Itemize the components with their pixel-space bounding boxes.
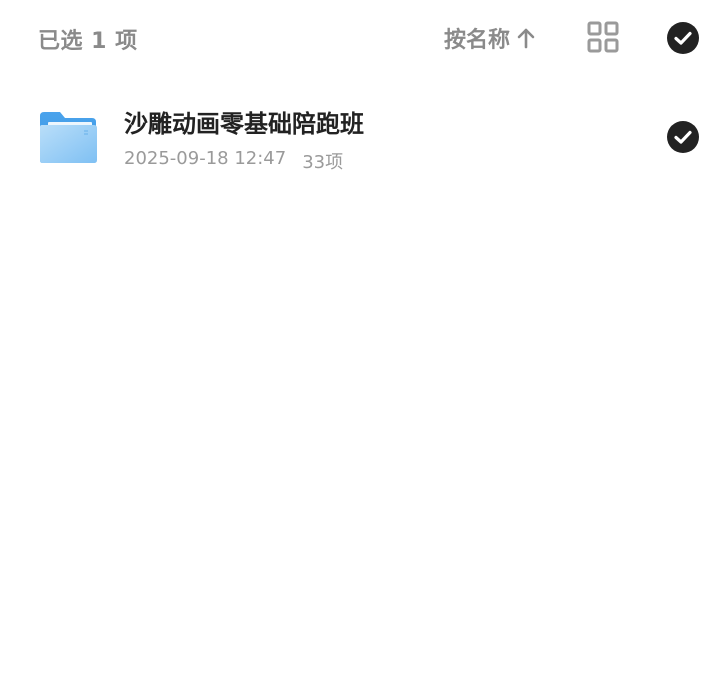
file-name: 沙雕动画零基础陪跑班 (124, 110, 364, 138)
file-meta: 2025-09-18 12:47 33项 (124, 148, 343, 174)
selected-count-label: 已选 1 项 (38, 29, 138, 54)
folder-icon (40, 112, 97, 163)
sort-label: 按名称 (444, 28, 511, 53)
check-circle-icon[interactable] (667, 121, 699, 153)
arrow-up-icon (517, 28, 535, 49)
check-circle-icon[interactable] (667, 22, 699, 54)
file-item-count: 33项 (302, 152, 344, 173)
sort-by-name-button[interactable]: 按名称 (444, 22, 536, 54)
file-date: 2025-09-18 12:47 (124, 148, 287, 169)
selection-toolbar: 已选 1 项 按名称 (0, 0, 714, 76)
grid-view-icon[interactable] (587, 21, 619, 53)
file-row[interactable]: 沙雕动画零基础陪跑班 2025-09-18 12:47 33项 (0, 90, 714, 186)
